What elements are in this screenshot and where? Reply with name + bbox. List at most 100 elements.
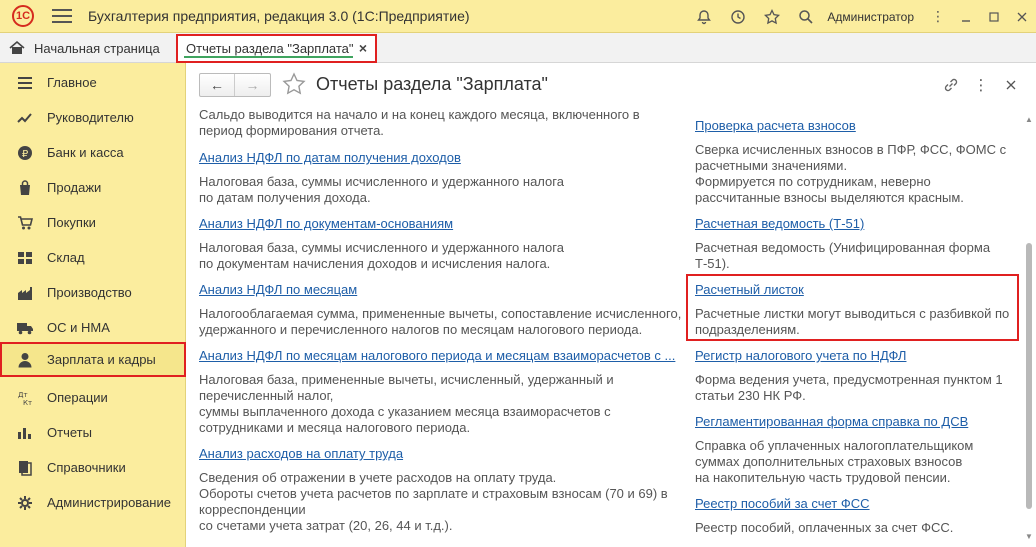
report-description-line: суммах дополнительных страховых взносов — [695, 454, 963, 469]
list-item: Расчетная ведомость (Т-51) Расчетная вед… — [695, 216, 990, 272]
tab-home[interactable]: Начальная страница — [8, 38, 160, 58]
link-icon[interactable] — [940, 74, 962, 96]
report-description: Сальдо выводится на начало и на конец ка… — [199, 107, 640, 139]
sidebar-item-label: Склад — [47, 250, 85, 265]
1c-logo-icon[interactable]: 1С — [8, 5, 38, 27]
sidebar-item-main[interactable]: Главное — [0, 65, 186, 100]
sidebar-item-reports[interactable]: Отчеты — [0, 415, 186, 450]
report-description: Налогооблагаемая сумма, примененные выче… — [199, 306, 681, 338]
sidebar-item-warehouse[interactable]: Склад — [0, 240, 186, 275]
menu-icon[interactable]: ⋮ — [924, 0, 952, 33]
star-icon[interactable] — [761, 6, 783, 28]
sidebar: Главное Руководителю ₽ Банк и касса Прод… — [0, 63, 186, 547]
logo-text: 1С — [12, 5, 34, 27]
search-icon[interactable] — [795, 6, 817, 28]
factory-icon — [16, 284, 34, 302]
sidebar-item-salary[interactable]: Зарплата и кадры — [0, 342, 186, 377]
sidebar-item-sales[interactable]: Продажи — [0, 170, 186, 205]
list-item: Анализ НДФЛ по документам-основаниям Нал… — [199, 216, 564, 272]
close-form-icon[interactable] — [1000, 74, 1022, 96]
list-item: Реестр пособий за счет ФСС Реестр пособи… — [695, 496, 953, 536]
tab-active-label: Отчеты раздела "Зарплата" — [186, 41, 354, 56]
sidebar-item-label: Главное — [47, 75, 97, 90]
scrollbar[interactable]: ▲ ▼ — [1024, 115, 1034, 541]
sidebar-item-purchases[interactable]: Покупки — [0, 205, 186, 240]
list-item: Проверка расчета взносов Сверка исчислен… — [695, 118, 1006, 206]
report-description-line: перечисленный налог, — [199, 388, 334, 403]
report-description-line: Налоговая база, суммы исчисленного и уде… — [199, 240, 564, 255]
report-link-payroll-t51[interactable]: Расчетная ведомость (Т-51) — [695, 216, 990, 232]
forward-button[interactable]: → — [235, 74, 270, 96]
hamburger-menu-icon[interactable] — [52, 9, 72, 23]
report-link-payslip[interactable]: Расчетный листок — [695, 282, 1009, 298]
report-description-line: рассчитанные взносы выделяются красным. — [695, 190, 964, 205]
report-description-line: Налоговая база, суммы исчисленного и уде… — [199, 174, 564, 189]
main-panel: ← → Отчеты раздела "Зарплата" ⋮ Сальдо в… — [187, 63, 1036, 547]
report-description-line: Реестр пособий, оплаченных за счет ФСС. — [695, 520, 954, 535]
list-item: Анализ расходов на оплату труда Сведения… — [199, 446, 668, 534]
back-button[interactable]: ← — [200, 74, 235, 96]
more-menu-icon[interactable]: ⋮ — [970, 74, 992, 96]
report-description-line: по документам начисления доходов и исчис… — [199, 256, 551, 271]
scrollbar-thumb[interactable] — [1026, 243, 1032, 509]
report-link-contributions-check[interactable]: Проверка расчета взносов — [695, 118, 1006, 134]
sidebar-item-label: ОС и НМА — [47, 320, 110, 335]
list-item: Сальдо выводится на начало и на конец ка… — [199, 107, 640, 139]
report-description: Налоговая база, суммы исчисленного и уде… — [199, 240, 564, 272]
home-icon — [9, 40, 25, 54]
sidebar-item-operations[interactable]: Дт Кт Операции — [0, 380, 186, 415]
scroll-up-icon[interactable]: ▲ — [1025, 115, 1033, 124]
report-description-line: Форма ведения учета, предусмотренная пун… — [695, 372, 1003, 387]
sidebar-item-label: Руководителю — [47, 110, 134, 125]
report-description-line: расчетными значениями. — [695, 158, 848, 173]
history-icon[interactable] — [727, 6, 749, 28]
report-link-ndfl-register[interactable]: Регистр налогового учета по НДФЛ — [695, 348, 1003, 364]
list-item: Регистр налогового учета по НДФЛ Форма в… — [695, 348, 1003, 404]
list-item: Регламентированная форма справка по ДСВ … — [695, 414, 973, 486]
sidebar-item-label: Продажи — [47, 180, 102, 195]
report-link-ndfl-by-tax-period[interactable]: Анализ НДФЛ по месяцам налогового период… — [199, 348, 675, 364]
sidebar-item-admin[interactable]: Администрирование — [0, 485, 186, 520]
report-description-line: Расчетная ведомость (Унифицированная фор… — [695, 240, 991, 255]
svg-text:₽: ₽ — [22, 149, 29, 160]
report-link-dsv-certificate[interactable]: Регламентированная форма справка по ДСВ — [695, 414, 973, 430]
favorite-star-icon[interactable] — [282, 72, 306, 96]
report-description: Справка об уплаченных налогоплательщиком… — [695, 438, 973, 486]
sidebar-item-label: Отчеты — [47, 425, 92, 440]
minimize-icon[interactable] — [952, 0, 980, 33]
ruble-coin-icon: ₽ — [16, 144, 34, 162]
sidebar-item-catalogs[interactable]: Справочники — [0, 450, 186, 485]
bell-icon[interactable] — [693, 6, 715, 28]
svg-text:Кт: Кт — [23, 399, 32, 406]
report-description-line: удержанного и перечисленного налогов по … — [199, 322, 643, 337]
report-link-ndfl-by-income-dates[interactable]: Анализ НДФЛ по датам получения доходов — [199, 150, 564, 166]
tab-active[interactable]: Отчеты раздела "Зарплата" × — [176, 34, 377, 63]
dt-kt-icon: Дт Кт — [16, 389, 34, 407]
sidebar-item-assets[interactable]: ОС и НМА — [0, 310, 186, 345]
report-link-fss-benefits[interactable]: Реестр пособий за счет ФСС — [695, 496, 953, 512]
page-title: Отчеты раздела "Зарплата" — [316, 74, 548, 94]
report-description-line: Сведения об отражении в учете расходов н… — [199, 470, 557, 485]
sidebar-item-director[interactable]: Руководителю — [0, 100, 186, 135]
sidebar-item-production[interactable]: Производство — [0, 275, 186, 310]
tab-close-icon[interactable]: × — [359, 40, 367, 56]
tabs-bar: Начальная страница Отчеты раздела "Зарпл… — [0, 33, 1036, 63]
report-description: Расчетные листки могут выводиться с разб… — [695, 306, 1009, 338]
nav-buttons: ← → — [199, 73, 271, 97]
report-link-ndfl-by-documents[interactable]: Анализ НДФЛ по документам-основаниям — [199, 216, 564, 232]
maximize-icon[interactable] — [980, 0, 1008, 33]
report-description-line: период формирования отчета. — [199, 123, 384, 138]
sidebar-item-bank[interactable]: ₽ Банк и касса — [0, 135, 186, 170]
tab-home-label: Начальная страница — [34, 40, 160, 56]
user-name[interactable]: Администратор — [827, 10, 914, 24]
report-description: Сведения об отражении в учете расходов н… — [199, 470, 668, 534]
scroll-down-icon[interactable]: ▼ — [1025, 532, 1033, 541]
shopping-cart-icon — [16, 214, 34, 232]
report-link-ndfl-by-months[interactable]: Анализ НДФЛ по месяцам — [199, 282, 681, 298]
close-window-icon[interactable] — [1008, 0, 1036, 33]
gear-icon — [16, 494, 34, 512]
report-description: Реестр пособий, оплаченных за счет ФСС. — [695, 520, 953, 536]
report-description: Сверка исчисленных взносов в ПФР, ФСС, Ф… — [695, 142, 1006, 206]
person-icon — [16, 351, 34, 369]
report-link-labor-costs[interactable]: Анализ расходов на оплату труда — [199, 446, 668, 462]
